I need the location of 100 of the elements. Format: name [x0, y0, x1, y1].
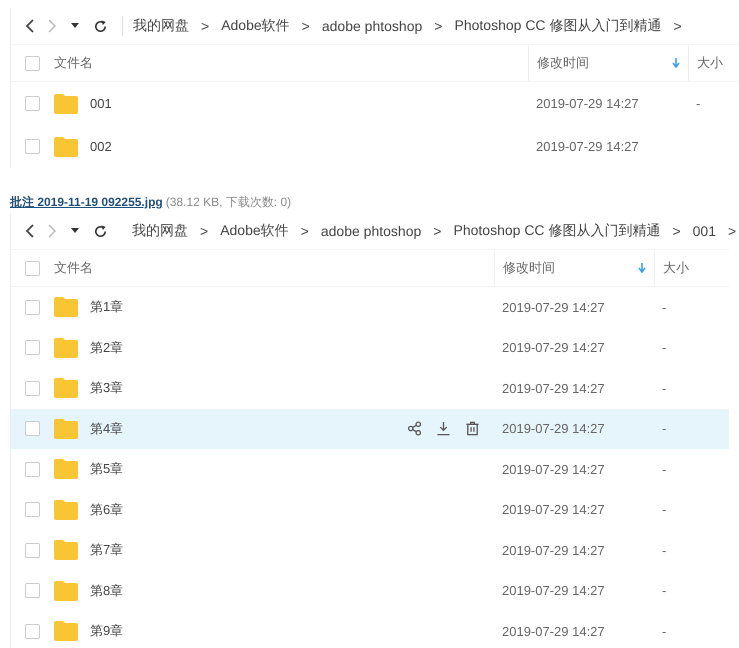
column-header[interactable]: 修改时间 [537, 54, 589, 72]
breadcrumb-separator: > [673, 18, 682, 34]
folder-icon [54, 500, 78, 520]
checkbox[interactable] [25, 139, 40, 154]
checkbox[interactable] [25, 96, 40, 111]
column-header[interactable]: 文件名 [54, 54, 93, 72]
breadcrumb-separator: > [201, 18, 210, 34]
checkbox[interactable] [25, 56, 40, 70]
file-name[interactable]: 第2章 [90, 338, 124, 357]
sort-arrow-icon[interactable] [638, 262, 646, 274]
file-size: - [662, 380, 666, 396]
folder-icon [54, 297, 78, 318]
file-size: - [662, 300, 666, 315]
breadcrumb-link[interactable]: 我的网盘 [133, 17, 189, 35]
breadcrumb-separator: > [300, 223, 309, 239]
folder-icon [54, 94, 78, 114]
checkbox[interactable] [25, 624, 40, 639]
file-name[interactable]: 第9章 [90, 622, 124, 640]
file-size: - [662, 542, 666, 558]
folder-icon [54, 621, 78, 642]
file-row[interactable]: 第1章 2019-07-29 14:27 - [11, 287, 729, 328]
column-header[interactable]: 大小 [697, 54, 723, 72]
breadcrumb-link[interactable]: adobe phtoshop [320, 223, 422, 239]
file-row[interactable]: 第2章 2019-07-29 14:27 - [11, 328, 729, 368]
dropdown-button[interactable] [71, 228, 79, 234]
attachment-link[interactable]: 批注 2019-11-19 092255.jpg [10, 195, 163, 209]
folder-icon [54, 418, 78, 439]
file-row[interactable]: 第3章 2019-07-29 14:27 - [11, 368, 729, 408]
folder-icon [54, 338, 78, 358]
file-name[interactable]: 第3章 [90, 379, 124, 398]
checkbox[interactable] [25, 260, 40, 276]
checkbox[interactable] [25, 340, 40, 356]
back-button[interactable] [25, 224, 34, 238]
refresh-button[interactable] [93, 224, 108, 238]
forward-button[interactable] [48, 224, 57, 238]
folder-icon [54, 378, 78, 398]
modified-time: 2019-07-29 14:27 [502, 542, 605, 558]
sort-arrow-icon[interactable] [672, 58, 680, 68]
file-name[interactable]: 第5章 [90, 460, 124, 478]
file-row[interactable]: 第4章 2019-07-29 14:27 - [11, 408, 729, 449]
file-row[interactable]: 002 2019-07-29 14:27 [11, 125, 739, 168]
modified-time: 2019-07-29 14:27 [502, 502, 605, 518]
checkbox[interactable] [25, 300, 40, 315]
checkbox[interactable] [25, 421, 40, 436]
file-name[interactable]: 第8章 [90, 582, 124, 600]
modified-time: 2019-07-29 14:27 [502, 583, 605, 598]
column-header[interactable]: 大小 [663, 259, 689, 277]
checkbox[interactable] [25, 502, 40, 518]
file-name[interactable]: 002 [90, 139, 112, 154]
breadcrumb-link[interactable]: Photoshop CC 修图从入门到精通 [453, 222, 660, 240]
checkbox[interactable] [25, 462, 40, 477]
breadcrumb-link[interactable]: Adobe软件 [221, 17, 290, 35]
file-size: - [662, 624, 666, 639]
checkbox[interactable] [25, 380, 40, 396]
file-row[interactable]: 第8章 2019-07-29 14:27 - [11, 570, 729, 611]
forward-button[interactable] [48, 19, 57, 33]
modified-time: 2019-07-29 14:27 [502, 380, 605, 396]
file-size: - [662, 340, 666, 356]
folder-icon [54, 540, 78, 560]
column-header[interactable]: 修改时间 [503, 259, 555, 277]
breadcrumb-separator: > [433, 223, 442, 239]
breadcrumb-link[interactable]: Photoshop CC 修图从入门到精通 [454, 17, 662, 35]
file-name[interactable]: 第4章 [90, 420, 124, 438]
file-row[interactable]: 第6章 2019-07-29 14:27 - [11, 490, 729, 530]
file-row[interactable]: 001 2019-07-29 14:27 - [11, 82, 739, 125]
file-size: - [662, 421, 666, 436]
share-icon[interactable] [407, 421, 422, 436]
breadcrumb-link[interactable]: 我的网盘 [132, 222, 188, 240]
breadcrumb-separator: > [434, 18, 442, 34]
back-button[interactable] [25, 19, 34, 33]
breadcrumb-link[interactable]: 001 [692, 223, 716, 239]
file-name[interactable]: 001 [90, 96, 112, 111]
breadcrumb-separator: > [672, 223, 681, 239]
modified-time: 2019-07-29 14:27 [502, 421, 605, 436]
checkbox[interactable] [25, 583, 40, 598]
modified-time: 2019-07-29 14:27 [536, 139, 639, 154]
modified-time: 2019-07-29 14:27 [502, 300, 605, 315]
folder-icon [54, 136, 78, 156]
file-name[interactable]: 第7章 [90, 541, 124, 560]
file-name[interactable]: 第6章 [90, 500, 124, 519]
breadcrumb-separator: > [728, 223, 736, 239]
file-row[interactable]: 第9章 2019-07-29 14:27 - [11, 611, 729, 648]
breadcrumb-separator: > [200, 223, 208, 239]
refresh-button[interactable] [93, 18, 108, 34]
file-row[interactable]: 第5章 2019-07-29 14:27 - [11, 449, 729, 490]
file-size: - [662, 583, 666, 598]
modified-time: 2019-07-29 14:27 [502, 624, 605, 639]
breadcrumb-separator: > [302, 18, 310, 34]
modified-time: 2019-07-29 14:27 [502, 462, 605, 477]
column-header[interactable]: 文件名 [54, 259, 93, 277]
file-name[interactable]: 第1章 [90, 298, 124, 316]
trash-icon[interactable] [465, 421, 480, 436]
breadcrumb-link[interactable]: adobe phtoshop [322, 18, 422, 34]
checkbox[interactable] [25, 542, 40, 558]
dropdown-button[interactable] [71, 23, 79, 29]
attachment-meta: (38.12 KB, 下载次数: 0) [166, 195, 292, 209]
file-row[interactable]: 第7章 2019-07-29 14:27 - [11, 530, 729, 570]
download-icon[interactable] [436, 421, 451, 436]
breadcrumb-link[interactable]: Adobe软件 [220, 222, 289, 240]
file-size: - [696, 96, 700, 111]
